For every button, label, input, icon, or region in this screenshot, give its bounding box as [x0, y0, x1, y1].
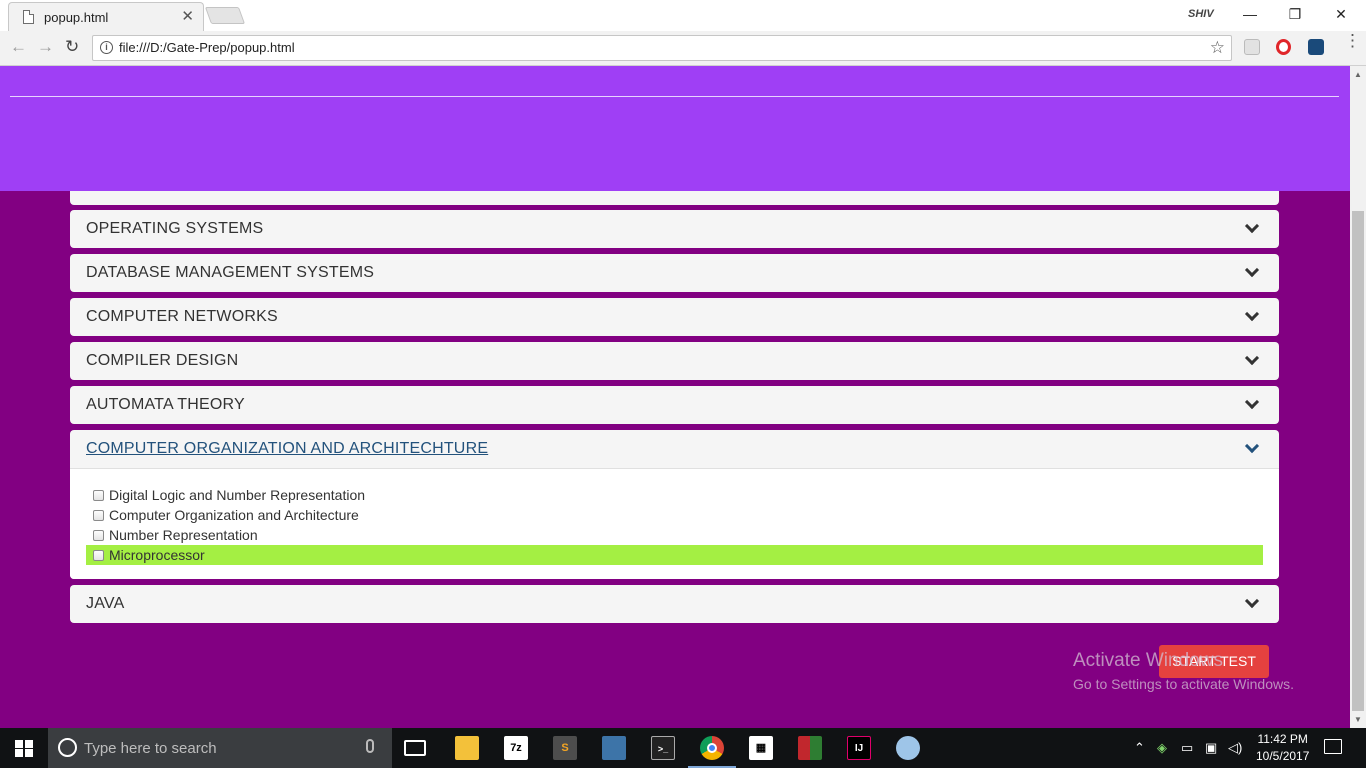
microphone-icon[interactable] [366, 739, 374, 753]
show-hidden-icons-chevron-icon[interactable]: ⌃ [1134, 740, 1145, 756]
subject-panel[interactable]: DATABASE MANAGEMENT SYSTEMS [70, 254, 1279, 292]
terminal-icon[interactable]: >_ [651, 736, 675, 760]
info-icon[interactable]: i [100, 41, 113, 54]
browser-tab[interactable]: popup.html ✕ [8, 2, 204, 31]
tab-close-icon[interactable]: ✕ [181, 7, 194, 25]
subject-title[interactable]: OPERATING SYSTEMS [86, 220, 263, 238]
chevron-down-icon[interactable] [1244, 262, 1260, 278]
sync-status-icon[interactable]: ◈ [1157, 740, 1167, 756]
bookmark-star-icon[interactable]: ☆ [1210, 38, 1225, 58]
subject-title[interactable]: AUTOMATA THEORY [86, 396, 245, 414]
vertical-scrollbar[interactable]: ▲ ▼ [1350, 66, 1366, 728]
tab-title: popup.html [44, 10, 109, 25]
subject-panel-header[interactable]: COMPILER DESIGN [70, 342, 1279, 380]
topic-label[interactable]: Microprocessor [109, 547, 205, 563]
hero-banner [0, 66, 1350, 191]
scroll-up-arrow-icon[interactable]: ▲ [1354, 70, 1362, 79]
subject-title[interactable]: DATABASE MANAGEMENT SYSTEMS [86, 264, 374, 282]
topic-item-highlighted[interactable]: Microprocessor [86, 545, 1263, 565]
subject-panel[interactable]: AUTOMATA THEORY [70, 386, 1279, 424]
file-explorer-icon[interactable] [455, 736, 479, 760]
url-field[interactable]: i file:///D:/Gate-Prep/popup.html ☆ [92, 35, 1232, 61]
intellij-icon[interactable]: IJ [847, 736, 871, 760]
subject-panel[interactable]: JAVA [70, 585, 1279, 623]
topic-label[interactable]: Computer Organization and Architecture [109, 507, 359, 523]
topic-checkbox[interactable] [93, 549, 104, 561]
close-window-button[interactable]: ✕ [1318, 4, 1364, 26]
taskbar-search-box[interactable]: Type here to search [48, 728, 392, 768]
search-placeholder: Type here to search [84, 740, 217, 757]
forward-button[interactable]: → [37, 37, 54, 57]
start-test-button[interactable]: START TEST [1159, 645, 1269, 678]
back-button[interactable]: ← [10, 37, 27, 57]
winrar-icon[interactable] [798, 736, 822, 760]
chevron-down-icon[interactable] [1244, 593, 1260, 609]
7zip-icon[interactable]: 7z [504, 736, 528, 760]
topic-item[interactable]: Number Representation [86, 525, 1263, 545]
watermark-subtitle: Go to Settings to activate Windows. [1073, 676, 1294, 692]
page-viewport: OPERATING SYSTEMS DATABASE MANAGEMENT SY… [0, 66, 1350, 728]
chrome-icon[interactable] [688, 736, 736, 768]
topic-label[interactable]: Digital Logic and Number Representation [109, 487, 365, 503]
network-icon[interactable]: ▣ [1205, 740, 1217, 756]
subject-title[interactable]: JAVA [86, 595, 124, 613]
topic-checkbox[interactable] [93, 529, 104, 541]
windows-taskbar: Type here to search 7z S >_ ▦ IJ ⌃ ◈ ▭ ▣… [0, 728, 1366, 768]
chevron-down-icon[interactable] [1244, 438, 1260, 454]
topic-checkbox[interactable] [93, 489, 104, 501]
task-view-icon[interactable] [404, 740, 426, 756]
browser-tab-strip: popup.html ✕ SHIV — ❐ ✕ [0, 0, 1366, 31]
topic-item[interactable]: Digital Logic and Number Representation [86, 485, 1263, 505]
subject-title[interactable]: COMPILER DESIGN [86, 352, 238, 370]
topic-label[interactable]: Number Representation [109, 527, 258, 543]
browser-menu-icon[interactable]: ⋮ [1344, 32, 1361, 49]
file-icon [23, 10, 34, 24]
subject-panel-header[interactable]: COMPUTER ORGANIZATION AND ARCHITECHTURE [70, 430, 1279, 468]
topic-checkbox[interactable] [93, 509, 104, 521]
calculator-icon[interactable]: ▦ [749, 736, 773, 760]
subject-panel-expanded[interactable]: COMPUTER ORGANIZATION AND ARCHITECHTURE … [70, 430, 1279, 579]
new-tab-button[interactable] [204, 7, 246, 24]
windows-start-icon[interactable] [15, 740, 33, 757]
clock-date: 10/5/2017 [1256, 749, 1310, 763]
hero-divider [10, 96, 1339, 97]
taskbar-clock[interactable]: 11:42 PM 10/5/2017 [1256, 731, 1309, 765]
sublime-text-icon[interactable]: S [553, 736, 577, 760]
subject-panel[interactable]: OPERATING SYSTEMS [70, 210, 1279, 248]
subject-panel-header[interactable]: OPERATING SYSTEMS [70, 210, 1279, 248]
volume-icon[interactable]: ◁) [1228, 740, 1242, 756]
topic-list: Digital Logic and Number Representation … [70, 468, 1279, 579]
subject-panel[interactable]: COMPUTER NETWORKS [70, 298, 1279, 336]
battery-icon[interactable]: ▭ [1181, 740, 1193, 756]
opera-extension-icon[interactable] [1276, 39, 1291, 55]
extension-icon[interactable] [1244, 39, 1260, 55]
subject-panel-header[interactable]: DATABASE MANAGEMENT SYSTEMS [70, 254, 1279, 292]
chevron-down-icon[interactable] [1244, 350, 1260, 366]
chevron-down-icon[interactable] [1244, 394, 1260, 410]
topic-item[interactable]: Computer Organization and Architecture [86, 505, 1263, 525]
subject-panel-header[interactable]: JAVA [70, 585, 1279, 623]
minimize-button[interactable]: — [1227, 4, 1273, 26]
reload-button[interactable]: ↻ [65, 37, 79, 57]
python-icon[interactable] [602, 736, 626, 760]
profile-name[interactable]: SHIV [1188, 8, 1214, 20]
subject-title[interactable]: COMPUTER NETWORKS [86, 308, 278, 326]
scrollbar-thumb[interactable] [1352, 211, 1364, 711]
chevron-down-icon[interactable] [1244, 218, 1260, 234]
subject-panel-header[interactable]: COMPUTER NETWORKS [70, 298, 1279, 336]
paint-icon[interactable] [896, 736, 920, 760]
chevron-down-icon[interactable] [1244, 306, 1260, 322]
subject-panel[interactable]: COMPILER DESIGN [70, 342, 1279, 380]
address-bar: ← → ↻ i file:///D:/Gate-Prep/popup.html … [0, 31, 1366, 66]
subject-title-link[interactable]: COMPUTER ORGANIZATION AND ARCHITECHTURE [86, 440, 488, 458]
scroll-down-arrow-icon[interactable]: ▼ [1354, 715, 1362, 724]
analytics-extension-icon[interactable] [1308, 39, 1324, 55]
action-center-icon[interactable] [1324, 739, 1342, 754]
url-text[interactable]: file:///D:/Gate-Prep/popup.html [119, 40, 295, 55]
clock-time: 11:42 PM [1257, 732, 1308, 746]
maximize-button[interactable]: ❐ [1272, 4, 1318, 26]
subject-panel-header[interactable]: AUTOMATA THEORY [70, 386, 1279, 424]
cortana-icon [58, 738, 77, 757]
